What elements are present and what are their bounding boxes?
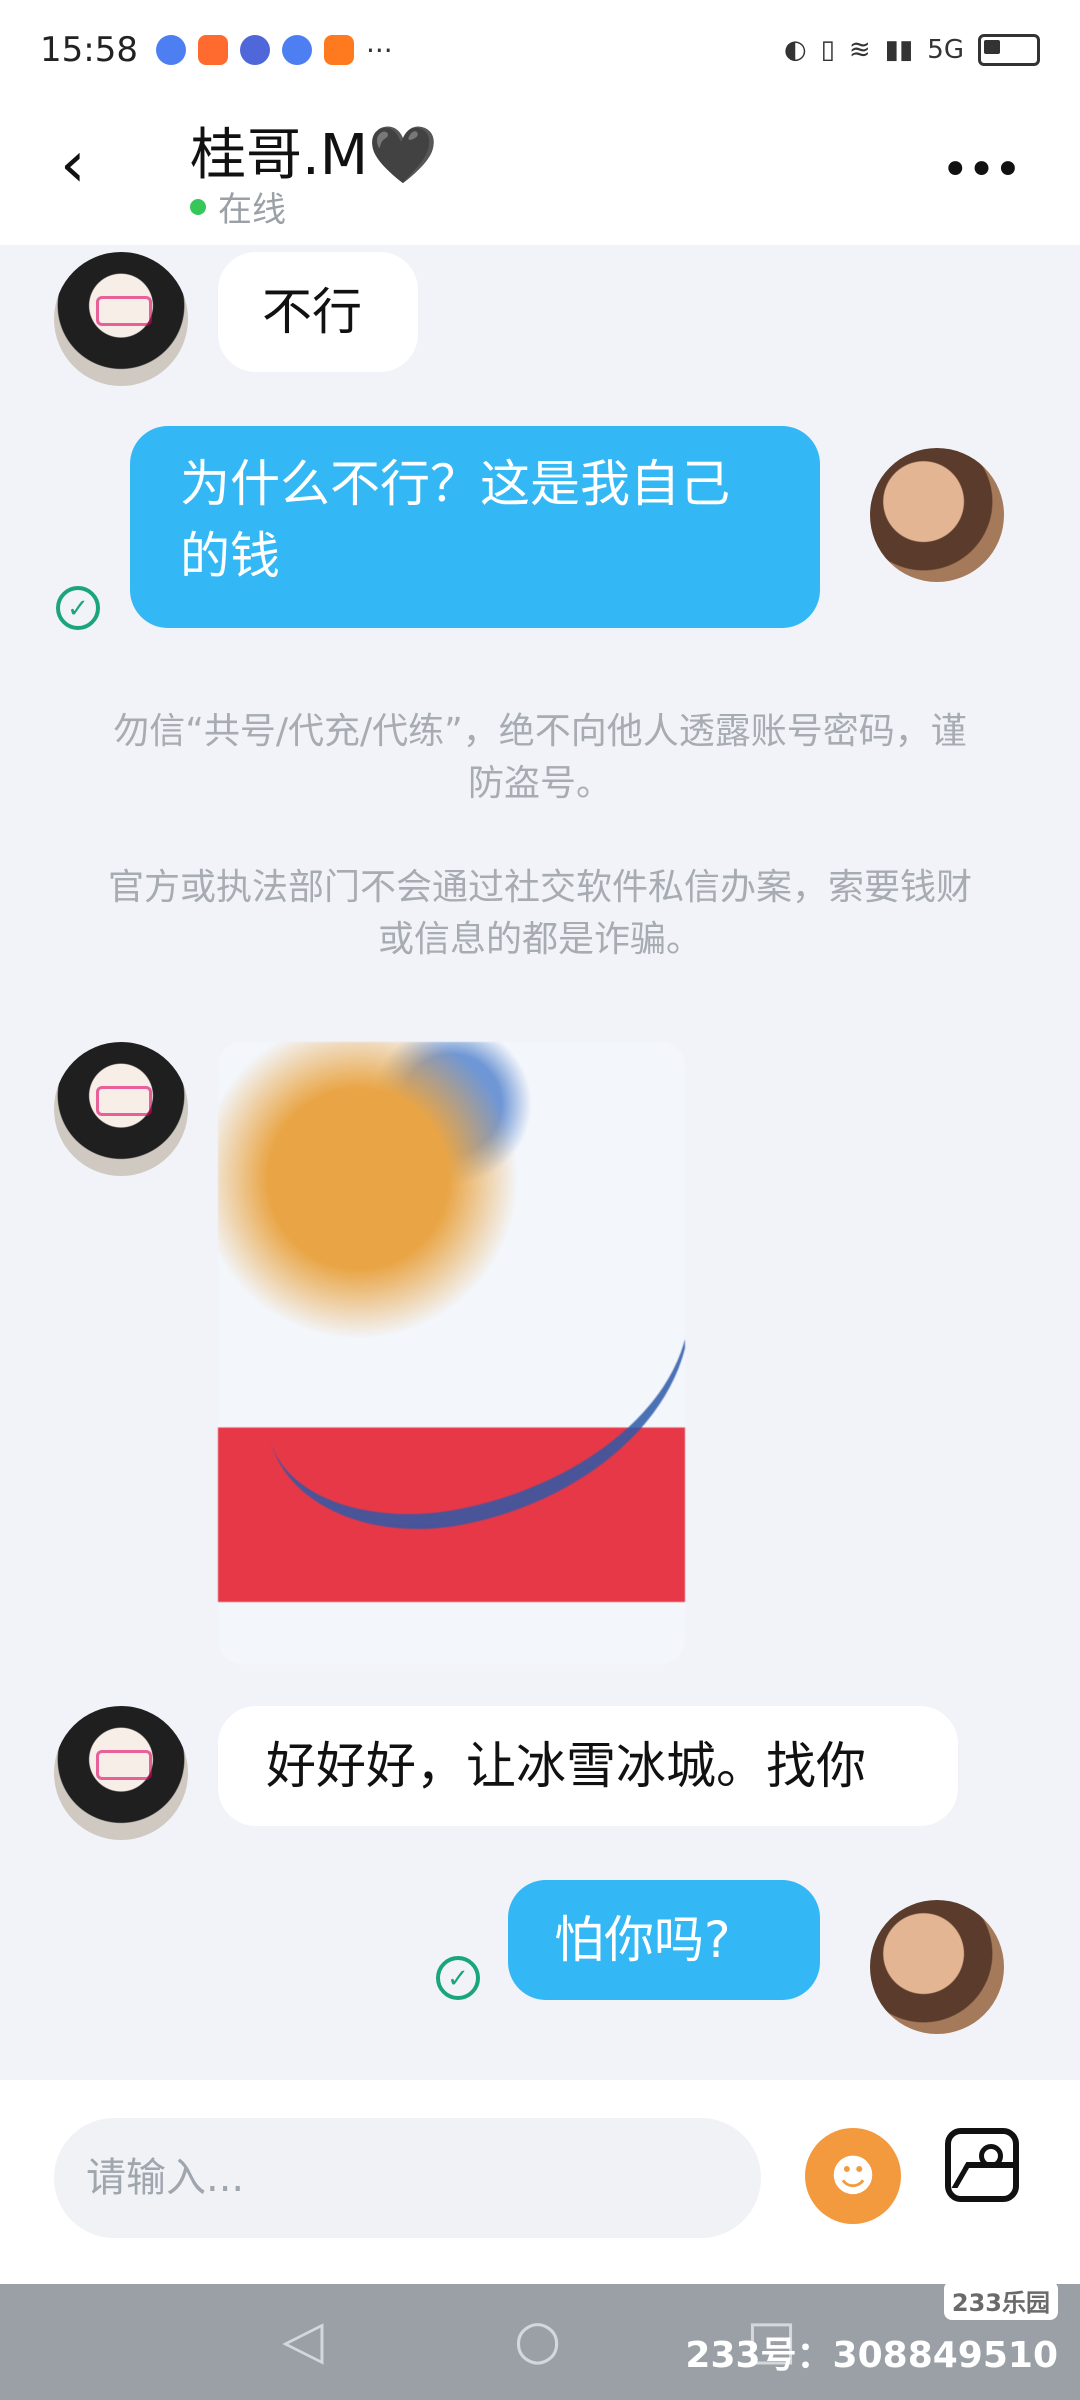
message-text: 怕你吗?	[554, 1911, 731, 1969]
system-nav-bar: ◁ ○ □ 233乐园 233号：308849510	[0, 2281, 1080, 2400]
chat-header: ‹ 桂哥.M🖤 在线 •••	[0, 100, 1080, 245]
watermark-brand: 233乐园	[943, 2281, 1058, 2320]
notification-icons: ···	[155, 33, 393, 67]
browser-icon	[155, 35, 186, 65]
user-avatar[interactable]	[870, 448, 1004, 582]
signal-icon: ▮▮	[884, 35, 914, 65]
message-input[interactable]: 请输入...	[54, 2118, 761, 2238]
safety-notice: 勿信“共号/代充/代练”，绝不向他人透露账号密码，谨防盗号。	[113, 711, 967, 804]
nav-home-button[interactable]: ○	[514, 2308, 561, 2371]
emoji-button[interactable]: ☻	[805, 2128, 901, 2224]
online-dot	[190, 198, 206, 215]
image-picker-button[interactable]	[945, 2128, 1019, 2202]
message-bubble-outgoing[interactable]: 为什么不行？这是我自己的钱	[130, 426, 820, 628]
233-app-icon	[197, 35, 228, 65]
mascot-icon: ☻	[830, 2150, 876, 2202]
browser-icon	[281, 35, 312, 65]
composer-bar: 请输入... ☻	[0, 2080, 1080, 2284]
safety-notice: 官方或执法部门不会通过社交软件私信办案，索要钱财或信息的都是诈骗。	[107, 867, 972, 960]
sent-check-icon: ✓	[436, 1956, 480, 2000]
chat-title: 桂哥.M🖤	[190, 123, 438, 188]
message-text: 不行	[262, 283, 362, 341]
status-time: 15:58	[40, 30, 138, 70]
user-avatar[interactable]	[870, 1900, 1004, 2034]
message-text: 为什么不行？这是我自己的钱	[180, 455, 730, 585]
online-status: 在线	[190, 182, 286, 231]
watermark: 233乐园 233号：308849510	[685, 2279, 1058, 2378]
wifi-icon: ≋	[848, 35, 871, 65]
online-status-text: 在线	[218, 190, 286, 230]
more-icon: ···	[365, 33, 393, 67]
music-icon	[239, 35, 270, 65]
input-placeholder: 请输入...	[86, 2155, 245, 2201]
battery-icon	[978, 34, 1040, 66]
home-icon	[323, 35, 354, 65]
message-bubble-outgoing[interactable]: 怕你吗?	[508, 1880, 820, 2000]
message-bubble-incoming[interactable]: 不行	[218, 252, 418, 372]
image-message[interactable]	[218, 1042, 685, 1664]
hd-icon: ◐	[783, 35, 807, 65]
more-options-button[interactable]: •••	[941, 142, 1022, 198]
sent-check-icon: ✓	[56, 586, 100, 630]
message-bubble-incoming[interactable]: 好好好，让冰雪冰城。找你	[218, 1706, 958, 1826]
contact-avatar[interactable]	[54, 1042, 188, 1176]
network-label: 5G	[927, 35, 964, 65]
message-text: 好好好，让冰雪冰城。找你	[266, 1737, 866, 1795]
vibrate-icon: ▯	[820, 35, 835, 65]
system-icons: ◐ ▯ ≋ ▮▮ 5G	[784, 34, 1040, 66]
watermark-id: 233号：308849510	[685, 2335, 1058, 2376]
contact-avatar[interactable]	[54, 1706, 188, 1840]
back-button[interactable]: ‹	[60, 130, 130, 200]
contact-avatar[interactable]	[54, 252, 188, 386]
status-bar: 15:58 ··· ◐ ▯ ≋ ▮▮ 5G	[0, 0, 1080, 100]
nav-back-button[interactable]: ◁	[282, 2308, 324, 2371]
